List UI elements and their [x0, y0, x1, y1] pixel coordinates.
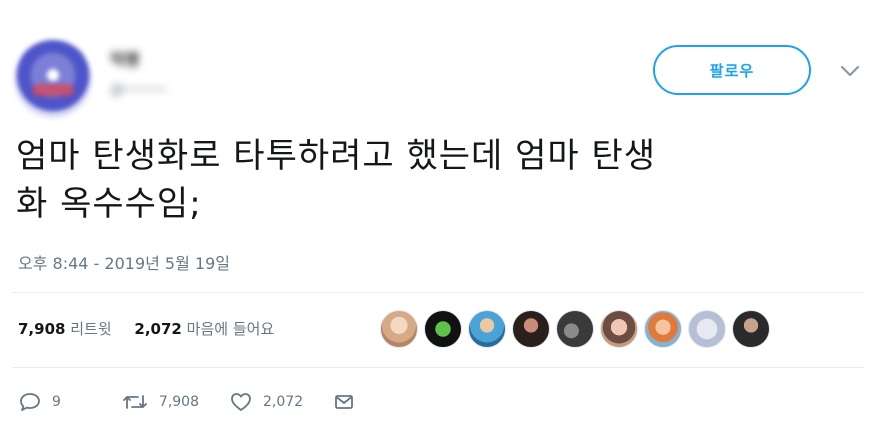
- retweet-button[interactable]: 7,908: [121, 392, 199, 412]
- retweet-stat-count: 7,908: [18, 320, 66, 338]
- liker-avatar[interactable]: [732, 310, 770, 348]
- user-name[interactable]: 익명: [110, 46, 139, 70]
- retweet-stat-label: 리트윗: [70, 320, 112, 338]
- tweet-header: 익명 @───── 팔로우: [0, 0, 882, 120]
- liker-avatar[interactable]: [424, 310, 462, 348]
- liker-avatar[interactable]: [644, 310, 682, 348]
- retweet-icon: [123, 395, 147, 409]
- retweet-count: 7,908: [158, 394, 200, 410]
- liker-avatar[interactable]: [468, 310, 506, 348]
- reply-button[interactable]: 9: [18, 391, 61, 413]
- liker-avatar[interactable]: [688, 310, 726, 348]
- retweet-stat[interactable]: 7,908 리트윗: [18, 320, 112, 338]
- engagement-stats: 7,908 리트윗 2,072 마음에 들어요: [18, 318, 292, 339]
- tweet-text-line: 엄마 탄생화로 타투하려고 했는데 엄마 탄생: [16, 136, 657, 176]
- message-button[interactable]: [333, 392, 365, 412]
- message-icon: [335, 395, 354, 409]
- tweet-text-line: 화 옥수수임;: [16, 184, 202, 224]
- liker-avatar[interactable]: [380, 310, 418, 348]
- like-stat[interactable]: 2,072 마음에 들어요: [134, 320, 274, 338]
- divider: [12, 292, 864, 293]
- heart-icon: [231, 393, 251, 411]
- tweet-timestamp[interactable]: 오후 8:44 - 2019년 5월 19일: [18, 250, 230, 274]
- tweet-actions: 9 7,908 2,072: [18, 388, 395, 416]
- user-handle[interactable]: @─────: [110, 82, 166, 98]
- tweet-text: 엄마 탄생화로 타투하려고 했는데 엄마 탄생 화 옥수수임;: [16, 132, 876, 228]
- like-count: 2,072: [263, 394, 304, 410]
- liker-avatar[interactable]: [600, 310, 638, 348]
- chevron-down-icon[interactable]: [838, 64, 862, 78]
- reply-count: 9: [52, 394, 61, 410]
- like-button[interactable]: 2,072: [229, 391, 303, 413]
- reply-icon: [20, 393, 40, 411]
- liker-avatars: [380, 310, 776, 348]
- divider: [12, 367, 864, 368]
- avatar[interactable]: [14, 40, 92, 118]
- like-stat-count: 2,072: [134, 320, 182, 338]
- liker-avatar[interactable]: [556, 310, 594, 348]
- follow-button[interactable]: 팔로우: [653, 45, 811, 95]
- like-stat-label: 마음에 들어요: [186, 320, 275, 338]
- liker-avatar[interactable]: [512, 310, 550, 348]
